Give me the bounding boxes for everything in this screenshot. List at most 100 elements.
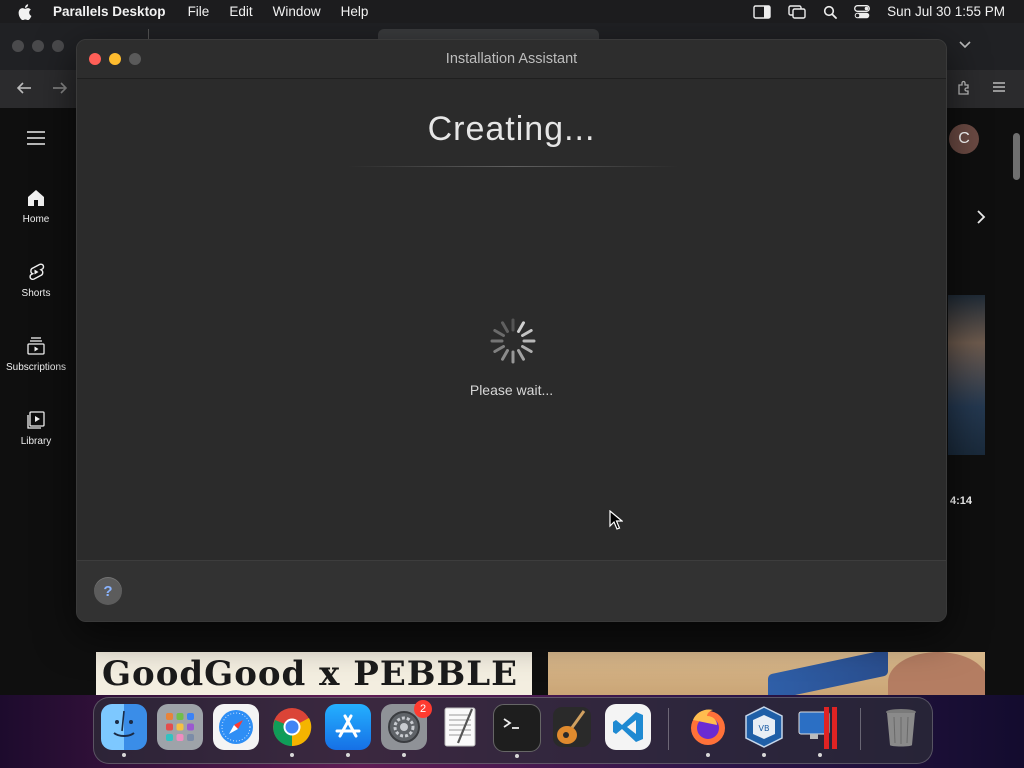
youtube-nav-subscriptions[interactable]: Subscriptions [0,336,72,373]
app-store-icon [335,714,361,738]
spinner-tick [521,329,533,337]
spinner-tick [493,329,505,337]
browser-zoom-button[interactable] [52,40,64,52]
menu-app-name[interactable]: Parallels Desktop [53,4,166,19]
window-title: Installation Assistant [445,51,578,67]
spinner-tick [521,345,533,353]
dock-textedit[interactable] [437,704,483,750]
notification-badge: 2 [414,700,432,718]
youtube-nav-label: Library [20,436,52,447]
hamburger-menu-icon[interactable] [26,130,46,151]
tab-list-chevron-icon[interactable] [958,37,972,55]
running-indicator [402,753,406,757]
running-indicator [818,753,822,757]
spinner-tick [493,345,505,353]
dock-launchpad[interactable] [157,704,203,750]
promo-thumbnail-left[interactable]: GoodGood x PEBBLE [96,652,532,695]
dock-app-store[interactable] [325,704,371,757]
firefox-icon [691,709,725,745]
menu-file[interactable]: File [188,4,210,19]
spinner-tick [517,321,525,333]
dock-separator [860,708,861,750]
loading-spinner-icon [489,317,537,370]
menu-window[interactable]: Window [273,4,321,19]
youtube-nav-library[interactable]: Library [0,410,72,447]
youtube-nav-shorts[interactable]: Shorts [0,262,72,299]
dock-firefox[interactable] [685,704,731,757]
dock-trash[interactable] [878,704,924,750]
running-indicator [290,753,294,757]
svg-text:VB: VB [759,724,770,733]
window-titlebar: Installation Assistant [77,40,946,79]
menu-help[interactable]: Help [341,4,369,19]
dock: 2 VB [93,697,933,764]
back-arrow-icon[interactable] [15,80,33,101]
dock-vscode[interactable] [605,704,651,750]
apple-menu-icon[interactable] [18,3,36,20]
mouse-cursor-icon [609,509,624,535]
menu-edit[interactable]: Edit [229,4,252,19]
title-divider [347,166,679,167]
parallels-icon [798,707,837,749]
dock-terminal[interactable] [493,704,541,758]
home-icon [28,190,44,206]
dock-garageband[interactable] [549,704,595,750]
screen-mirroring-icon[interactable] [788,4,806,19]
running-indicator [706,753,710,757]
menu-clock[interactable]: Sun Jul 30 1:55 PM [887,4,1005,19]
promo-banner-text: GoodGood x PEBBLE [102,654,519,694]
virtualbox-icon: VB [745,706,783,748]
help-button[interactable]: ? [94,577,122,605]
installation-assistant-window: Installation Assistant Creating... Pleas… [76,39,947,622]
dock-chrome[interactable] [269,704,315,757]
launchpad-icon [166,713,194,741]
vscode-icon [613,712,643,742]
terminal-icon [503,718,519,729]
spotlight-search-icon[interactable] [823,5,838,19]
avatar[interactable]: C [949,124,979,154]
browser-close-button[interactable] [12,40,24,52]
safari-icon [219,710,253,744]
page-scrollbar[interactable] [1013,133,1020,180]
menu-bar: Parallels Desktop File Edit Window Help … [0,0,1024,23]
running-indicator [515,754,519,758]
trash-icon [886,709,916,747]
textedit-icon [444,707,476,747]
face-image [888,652,985,695]
page-title: Creating... [427,110,596,148]
dock-safari[interactable] [213,704,259,750]
dock-parallels-desktop[interactable] [797,704,843,757]
dock-separator [668,708,669,750]
forward-arrow-icon[interactable] [51,80,69,101]
chrome-icon [273,708,312,747]
finder-icon [113,710,135,737]
running-indicator [122,753,126,757]
shorts-icon [29,263,45,281]
window-footer: ? [77,560,946,621]
status-text: Please wait... [469,382,554,398]
chevron-right-icon[interactable] [975,209,987,230]
dock-system-settings[interactable]: 2 [381,700,432,757]
control-center-icon[interactable] [854,4,871,19]
youtube-nav-home[interactable]: Home [0,188,72,225]
library-icon [27,411,45,429]
youtube-nav-label: Shorts [21,288,51,299]
running-indicator [346,753,350,757]
garageband-guitar-icon [553,707,591,747]
browser-minimize-button[interactable] [32,40,44,52]
train-image [768,652,888,695]
dock-virtualbox[interactable]: VB [741,704,787,757]
spinner-tick [501,321,509,333]
video-thumbnail[interactable] [948,295,985,455]
promo-thumbnail-right[interactable] [548,652,985,695]
subscriptions-icon [27,337,45,355]
spinner-tick [517,349,525,361]
browser-menu-icon[interactable] [992,80,1006,99]
spinner-tick [501,349,509,361]
dock-finder[interactable] [101,704,147,757]
youtube-nav-label: Home [22,214,50,225]
sidebar-display-icon[interactable] [753,4,771,19]
youtube-sidebar: Home Shorts Subscriptions Library [0,108,76,695]
extensions-icon[interactable] [956,80,972,101]
video-duration-badge: 4:14 [950,495,973,507]
